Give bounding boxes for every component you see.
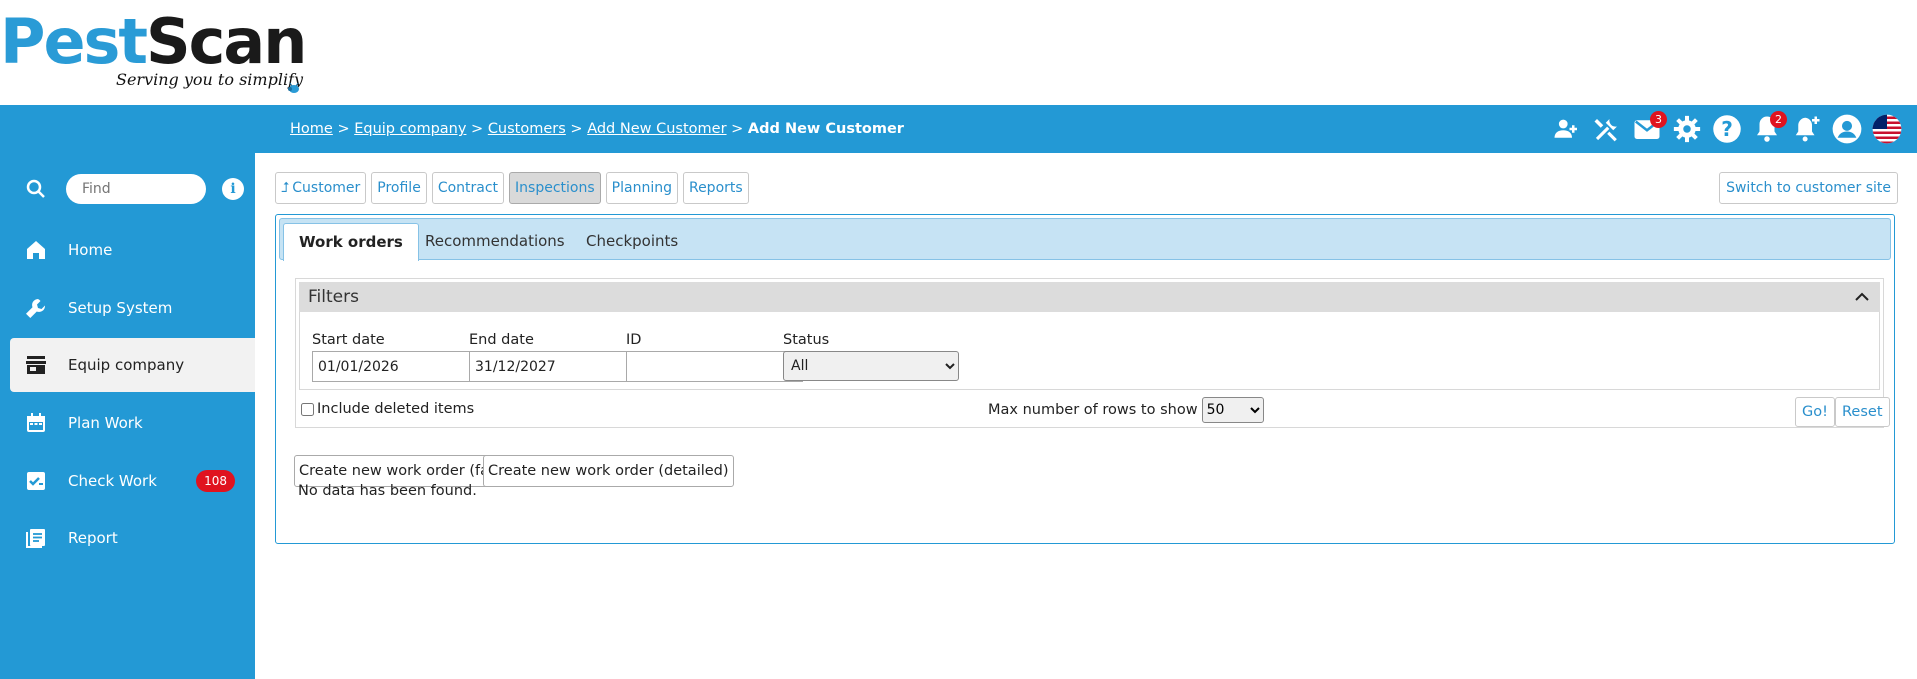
sidebar-item-label: Plan Work [68,414,143,432]
breadcrumb-separator: > [337,121,350,137]
user-account-icon[interactable] [1831,113,1863,145]
search-input[interactable] [66,174,206,204]
subnav-profile-button[interactable]: Profile [371,172,427,204]
sidebar-item-label: Equip company [68,356,185,374]
end-date-field: End date [469,332,646,382]
mail-badge: 3 [1650,111,1667,128]
store-icon [24,353,48,377]
breadcrumb-current: Add New Customer [747,121,904,137]
breadcrumb-separator: > [570,121,583,137]
sidebar-item-report[interactable]: Report [10,511,255,565]
up-arrow-icon: ⮥ [281,180,290,196]
inspections-panel: Work orders Recommendations Checkpoints … [275,214,1895,544]
sidebar-item-label: Home [68,241,113,259]
id-field: ID [626,332,803,382]
id-input[interactable] [626,351,803,382]
start-date-label: Start date [312,332,385,348]
sidebar-item-home[interactable]: Home [10,223,255,277]
filters-section: Filters Start date End date ID Status [295,278,1890,428]
main-content: ⮥ Customer Profile Contract Inspections P… [255,153,1917,679]
wrench-icon [24,296,48,320]
subnav-contract-button[interactable]: Contract [431,172,505,204]
breadcrumb-separator: > [471,121,484,137]
status-field: Status All [783,332,959,381]
include-deleted-label: Include deleted items [317,401,475,417]
pestscan-logo[interactable]: PestScan Serving you to simplify [0,5,307,93]
bell-icon[interactable]: 2 [1751,111,1787,145]
breadcrumb-equip-company[interactable]: Equip company [354,121,466,137]
report-icon [24,526,48,550]
subnav-label: Customer [292,180,361,196]
subnav-reports-button[interactable]: Reports [682,172,749,204]
filters-header[interactable]: Filters [299,282,1880,312]
info-icon[interactable]: i [222,178,244,200]
top-icon-bar: 3 ? 2 [1551,105,1903,153]
go-button[interactable]: Go! [1795,397,1835,427]
max-rows-label: Max number of rows to show [988,402,1198,418]
customer-subnav: ⮥ Customer Profile Contract Inspections P… [275,172,749,204]
sidebar-item-label: Setup System [68,299,173,317]
status-select[interactable]: All [783,351,959,381]
breadcrumb-separator: > [731,121,744,137]
bell-badge: 2 [1770,111,1787,128]
filters-title: Filters [308,287,359,307]
max-rows-control: Max number of rows to show 50 [988,397,1264,423]
end-date-input[interactable] [469,351,646,382]
sidebar-item-plan-work[interactable]: Plan Work [10,396,255,450]
sidebar-item-label: Check Work [68,472,157,490]
search-icon[interactable] [24,177,48,201]
chevron-up-icon[interactable] [1854,290,1870,304]
start-date-input[interactable] [312,351,489,382]
max-rows-select[interactable]: 50 [1201,397,1264,423]
home-icon [24,238,48,262]
empty-results-message: No data has been found. [298,483,477,499]
tools-icon[interactable] [1591,113,1623,145]
top-bar: Home > Equip company > Customers > Add N… [0,105,1917,153]
check-work-count-badge: 108 [196,470,235,492]
id-label: ID [626,332,642,348]
svg-text:?: ? [1721,117,1733,141]
uk-flag-icon[interactable] [1871,113,1903,145]
logo-pest-text: Pest [0,5,148,78]
include-deleted-toggle: Include deleted items [301,401,474,417]
breadcrumb-home[interactable]: Home [290,121,333,137]
status-label: Status [783,332,830,348]
start-date-field: Start date [312,332,489,382]
sidebar: i Home Setup System Equip company Plan W… [0,153,255,679]
breadcrumb-customers[interactable]: Customers [488,121,566,137]
breadcrumb-add-new-customer[interactable]: Add New Customer [587,121,726,137]
checklist-icon [24,469,48,493]
create-work-order-detailed-button[interactable]: Create new work order (detailed) [483,455,734,487]
tab-work-orders[interactable]: Work orders [283,223,419,261]
sidebar-item-equip-company[interactable]: Equip company [10,338,255,392]
gear-icon[interactable] [1671,113,1703,145]
tab-bar: Work orders Recommendations Checkpoints [279,218,1891,261]
logo-header: PestScan Serving you to simplify [0,0,1917,105]
subnav-inspections-button[interactable]: Inspections [509,172,601,204]
logo-scan-text: Scan [146,5,307,78]
users-icon[interactable] [1551,113,1583,145]
subnav-planning-button[interactable]: Planning [605,172,678,204]
breadcrumb: Home > Equip company > Customers > Add N… [290,105,904,153]
filters-body: Start date End date ID Status All [299,312,1880,390]
reset-button[interactable]: Reset [1835,397,1890,427]
switch-to-customer-site-button[interactable]: Switch to customer site [1719,172,1898,204]
bell-add-icon[interactable] [1791,113,1823,145]
sidebar-search: i [24,173,254,205]
include-deleted-checkbox[interactable] [301,402,314,416]
tab-checkpoints[interactable]: Checkpoints [571,223,693,261]
sidebar-item-check-work[interactable]: Check Work 108 [10,454,255,508]
calendar-icon [24,411,48,435]
subnav-customer-button[interactable]: ⮥ Customer [275,172,367,204]
tab-recommendations[interactable]: Recommendations [410,223,580,261]
help-icon[interactable]: ? [1711,113,1743,145]
bug-icon [288,82,299,93]
end-date-label: End date [469,332,534,348]
logo-tagline: Serving you to simplify [116,70,304,89]
sidebar-item-setup-system[interactable]: Setup System [10,281,255,335]
sidebar-item-label: Report [68,529,118,547]
filters-footer: Include deleted items Max number of rows… [296,391,1890,427]
mail-icon[interactable]: 3 [1631,111,1667,145]
